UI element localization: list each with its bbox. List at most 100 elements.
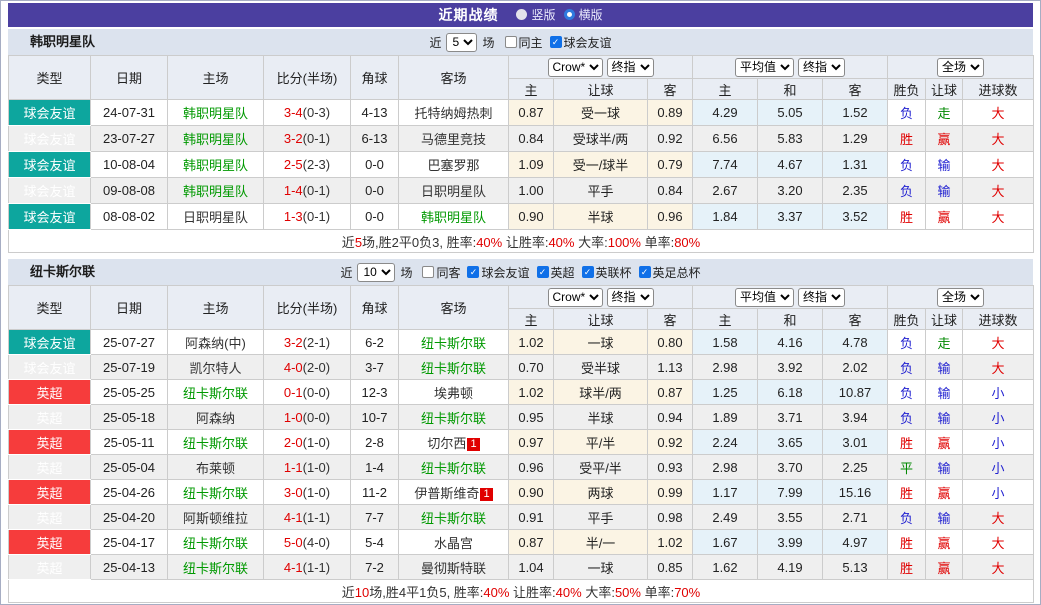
home-team-name: 日职明星队 (183, 210, 248, 225)
match-date-cell: 25-07-19 (91, 355, 168, 380)
results-table: 类型 日期 主场 比分(半场) 角球 客场 Crow*终指 平均值终指 全场 主… (8, 285, 1034, 603)
avg-value: 1.84 (712, 209, 737, 224)
avg-period-select[interactable]: 终指 (798, 58, 845, 77)
avg-away-cell: 15.16 (823, 480, 888, 505)
handicap-result-cell: 输 (926, 380, 963, 405)
handicap-cell: 受一球 (554, 100, 648, 126)
handicap-cell: 受球半/两 (554, 126, 648, 152)
avg-draw-cell: 3.92 (758, 355, 823, 380)
avg-value: 5.05 (777, 105, 802, 120)
away-team-cell: 水晶宫 (399, 530, 509, 555)
avg-home-cell: 2.98 (693, 455, 758, 480)
checkbox-checked-icon[interactable]: ✓ (550, 36, 562, 48)
filter-checkbox[interactable]: ✓英联杯 (582, 264, 632, 281)
filter-checkboxes: 同客✓球会友谊✓英超✓英联杯✓英足总杯 (415, 264, 700, 281)
result-label: 大 (992, 106, 1005, 121)
home-team-name: 布莱顿 (196, 461, 235, 476)
avg-value: 1.31 (842, 157, 867, 172)
filter-checkbox[interactable]: 同主 (505, 34, 543, 51)
match-count-select[interactable]: 10 (357, 263, 395, 282)
match-type-cell: 球会友谊 (9, 330, 91, 355)
away-team-cell: 埃弗顿 (399, 380, 509, 405)
sub-header: 客 (823, 309, 888, 330)
odds-value: 受一球 (581, 106, 620, 121)
result-label: 胜 (900, 536, 913, 551)
avg-away-cell: 3.52 (823, 204, 888, 230)
odds-away-cell: 0.96 (648, 204, 693, 230)
filter-checkbox[interactable]: ✓英超 (537, 264, 575, 281)
goals-result-cell: 小 (963, 480, 1034, 505)
sub-header: 进球数 (963, 309, 1034, 330)
handicap-result-cell: 输 (926, 355, 963, 380)
checkbox-label: 球会友谊 (481, 264, 529, 281)
radio-button-icon[interactable] (516, 9, 527, 20)
score-cell: 4-1(1-1) (264, 555, 351, 580)
home-team-name: 纽卡斯尔联 (183, 486, 248, 501)
away-team-cell: 纽卡斯尔联 (399, 355, 509, 380)
odds-value: 0.95 (518, 410, 543, 425)
match-rows: 球会友谊25-07-27阿森纳(中)3-2(2-1)6-2纽卡斯尔联1.02一球… (9, 330, 1034, 580)
view-mode-option[interactable]: 横版 (564, 6, 603, 23)
avg-value: 2.98 (712, 360, 737, 375)
odds-period-select[interactable]: 终指 (607, 58, 654, 77)
odds-value: 受一/球半 (573, 158, 629, 173)
match-row: 英超25-04-17纽卡斯尔联5-0(4-0)5-4水晶宫0.87半/一1.02… (9, 530, 1034, 555)
corner-cell: 0-0 (351, 204, 399, 230)
filter-checkbox[interactable]: ✓英足总杯 (639, 264, 701, 281)
odds-away-cell: 0.85 (648, 555, 693, 580)
odds-period-select[interactable]: 终指 (607, 288, 654, 307)
match-date: 25-05-25 (103, 385, 155, 400)
goals-result-cell: 大 (963, 555, 1034, 580)
filter-checkbox[interactable]: ✓球会友谊 (467, 264, 529, 281)
checkbox-unchecked-icon[interactable] (505, 36, 517, 48)
checkbox-unchecked-icon[interactable] (422, 266, 434, 278)
handicap-result-cell: 输 (926, 152, 963, 178)
odds-company-select[interactable]: Crow* (548, 288, 603, 307)
checkbox-checked-icon[interactable]: ✓ (582, 266, 594, 278)
radio-button-icon[interactable] (564, 9, 575, 20)
handicap-result-cell: 赢 (926, 430, 963, 455)
odds-home-cell: 0.70 (509, 355, 554, 380)
title-bar: 近期战绩 竖版横版 (8, 3, 1033, 27)
handicap-cell: 一球 (554, 555, 648, 580)
avg-value: 1.67 (712, 535, 737, 550)
goals-result-cell: 大 (963, 505, 1034, 530)
checkbox-checked-icon[interactable]: ✓ (639, 266, 651, 278)
avg-period-select[interactable]: 终指 (798, 288, 845, 307)
checkbox-checked-icon[interactable]: ✓ (537, 266, 549, 278)
avg-home-cell: 1.89 (693, 405, 758, 430)
match-type-cell: 球会友谊 (9, 178, 91, 204)
avg-value: 5.13 (842, 560, 867, 575)
scope-select[interactable]: 全场 (937, 58, 984, 77)
filter-checkbox[interactable]: ✓球会友谊 (550, 34, 612, 51)
team-name: 纽卡斯尔联 (30, 259, 95, 285)
odds-value: 半球 (587, 411, 613, 426)
checkbox-checked-icon[interactable]: ✓ (467, 266, 479, 278)
match-date: 25-05-18 (103, 410, 155, 425)
away-team-name: 曼彻斯特联 (421, 561, 486, 576)
away-team-name: 马德里竞技 (421, 132, 486, 147)
goals-result-cell: 小 (963, 380, 1034, 405)
away-team-cell: 韩职明星队 (399, 204, 509, 230)
result-label: 输 (938, 184, 951, 199)
avg-value: 3.01 (842, 435, 867, 450)
corner-count: 3-7 (365, 360, 384, 375)
win-lose-cell: 负 (888, 100, 926, 126)
match-date-cell: 25-05-25 (91, 380, 168, 405)
match-date-cell: 25-04-20 (91, 505, 168, 530)
avg-source-select[interactable]: 平均值 (735, 58, 794, 77)
odds-value: 1.02 (518, 335, 543, 350)
scope-select[interactable]: 全场 (937, 288, 984, 307)
corner-count: 11-2 (362, 485, 387, 500)
section-header-bar: 韩职明星队 近 5 场 同主✓球会友谊 (8, 29, 1033, 55)
avg-home-cell: 7.74 (693, 152, 758, 178)
filter-checkbox[interactable]: 同客 (422, 264, 460, 281)
odds-company-select[interactable]: Crow* (548, 58, 603, 77)
odds-value: 0.99 (657, 485, 682, 500)
match-count-select[interactable]: 5 (446, 33, 477, 52)
result-label: 输 (938, 386, 951, 401)
summary-segment: 100% (608, 235, 641, 250)
match-date: 25-05-04 (103, 460, 155, 475)
avg-source-select[interactable]: 平均值 (735, 288, 794, 307)
view-mode-option[interactable]: 竖版 (516, 6, 555, 23)
